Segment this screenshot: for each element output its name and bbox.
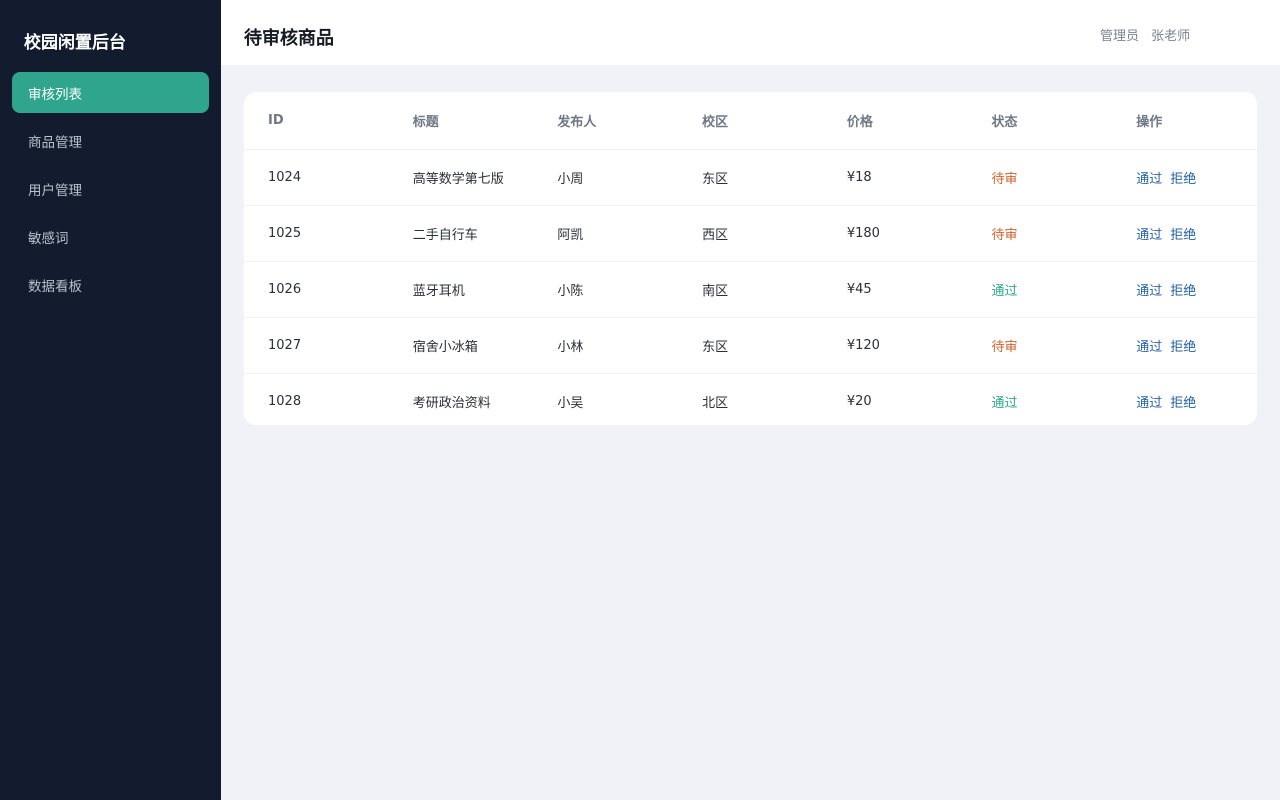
cell-campus: 南区 <box>678 261 823 318</box>
cell-title: 二手自行车 <box>388 205 534 262</box>
table-row: 1028 考研政治资料 小吴 北区 ¥20 通过 通过 拒绝 <box>244 373 1257 429</box>
cell-id: 1024 <box>244 149 389 206</box>
column-header-status: 状态 <box>967 92 1113 150</box>
cell-campus: 北区 <box>702 395 729 411</box>
user-name[interactable]: 张老师 <box>1151 29 1190 44</box>
approve-link[interactable]: 通过 <box>1136 228 1162 243</box>
status-badge: 待审 <box>967 317 1113 374</box>
table-row: 1026 蓝牙耳机 小陈 南区 ¥45 通过 通过 拒绝 <box>244 261 1257 318</box>
approve-link[interactable]: 通过 <box>1136 340 1162 355</box>
cell-publisher: 小吴 <box>557 395 584 411</box>
sidebar-item-sensitive-words[interactable]: 敏感词 <box>12 216 209 257</box>
sidebar: 校园闲置后台 审核列表 商品管理 用户管理 敏感词 数据看板 <box>0 0 221 800</box>
cell-publisher: 阿凯 <box>533 205 679 262</box>
cell-publisher: 小周 <box>533 149 679 206</box>
cell-campus: 西区 <box>678 205 823 262</box>
cell-id: 1025 <box>244 205 389 262</box>
column-header-id: ID <box>244 92 389 150</box>
cell-title: 宿舍小冰箱 <box>388 317 534 374</box>
table-row: 1027 宿舍小冰箱 小林 东区 ¥120 待审 通过 拒绝 <box>244 317 1257 374</box>
reject-link[interactable]: 拒绝 <box>1170 340 1196 355</box>
cell-id: 1026 <box>244 261 389 318</box>
cell-price: ¥120 <box>822 317 968 374</box>
approve-link[interactable]: 通过 <box>1136 284 1162 299</box>
reject-link[interactable]: 拒绝 <box>1170 228 1196 243</box>
user-role: 管理员 <box>1100 29 1140 44</box>
brand-title: 校园闲置后台 <box>24 33 126 53</box>
status-badge: 通过 <box>967 261 1113 318</box>
column-header-title: 标题 <box>388 92 534 150</box>
cell-actions: 通过 拒绝 <box>1112 317 1257 374</box>
reject-link[interactable]: 拒绝 <box>1170 284 1196 299</box>
reject-link[interactable]: 拒绝 <box>1170 396 1196 411</box>
table-row: 1024 高等数学第七版 小周 东区 ¥18 待审 通过 拒绝 <box>244 149 1257 206</box>
cell-price: ¥180 <box>822 205 968 262</box>
column-header-price: 价格 <box>822 92 968 150</box>
cell-actions: 通过 拒绝 <box>1112 205 1257 262</box>
sidebar-nav: 审核列表 商品管理 用户管理 敏感词 数据看板 <box>0 72 221 312</box>
cell-price: ¥18 <box>822 149 968 206</box>
cell-campus: 东区 <box>678 149 823 206</box>
cell-campus: 东区 <box>678 317 823 374</box>
cell-title: 高等数学第七版 <box>388 149 534 206</box>
cell-id: 1028 <box>268 393 302 409</box>
column-header-actions: 操作 <box>1112 92 1257 150</box>
column-header-publisher: 发布人 <box>533 92 679 150</box>
table-row: 1025 二手自行车 阿凯 西区 ¥180 待审 通过 拒绝 <box>244 205 1257 262</box>
cell-title: 考研政治资料 <box>412 395 491 411</box>
cell-publisher: 小陈 <box>533 261 679 318</box>
sidebar-item-product-management[interactable]: 商品管理 <box>12 120 209 161</box>
approve-link[interactable]: 通过 <box>1136 396 1162 411</box>
main-content: 待审核商品 管理员 张老师 ID 标题 发布人 校区 价格 状态 操作 1024… <box>221 0 1280 800</box>
cell-actions: 通过 拒绝 <box>1112 261 1257 318</box>
status-badge: 通过 <box>991 395 1018 411</box>
cell-actions: 通过 拒绝 <box>1112 373 1257 429</box>
sidebar-item-dashboard[interactable]: 数据看板 <box>12 264 209 305</box>
cell-publisher: 小林 <box>533 317 679 374</box>
sidebar-item-review-list[interactable]: 审核列表 <box>12 72 209 113</box>
approve-link[interactable]: 通过 <box>1136 172 1162 187</box>
reject-link[interactable]: 拒绝 <box>1170 172 1196 187</box>
cell-actions: 通过 拒绝 <box>1112 149 1257 206</box>
cell-price: ¥45 <box>822 261 968 318</box>
status-badge: 待审 <box>967 205 1113 262</box>
status-badge: 待审 <box>967 149 1113 206</box>
table-header-row: ID 标题 发布人 校区 价格 状态 操作 <box>244 92 1257 150</box>
cell-id: 1027 <box>244 317 389 374</box>
review-table: ID 标题 发布人 校区 价格 状态 操作 1024 高等数学第七版 小周 东区 <box>244 92 1257 429</box>
top-header: 待审核商品 管理员 张老师 <box>221 0 1280 65</box>
user-info: 管理员 张老师 <box>1100 25 1190 44</box>
column-header-campus: 校区 <box>678 92 823 150</box>
page-title: 待审核商品 <box>244 28 334 49</box>
app-root: 校园闲置后台 审核列表 商品管理 用户管理 敏感词 数据看板 待审核商品 管理员… <box>0 0 1280 800</box>
cell-price: ¥20 <box>846 393 872 409</box>
sidebar-item-user-management[interactable]: 用户管理 <box>12 168 209 209</box>
cell-title: 蓝牙耳机 <box>388 261 534 318</box>
review-table-card: ID 标题 发布人 校区 价格 状态 操作 1024 高等数学第七版 小周 东区 <box>244 92 1257 425</box>
